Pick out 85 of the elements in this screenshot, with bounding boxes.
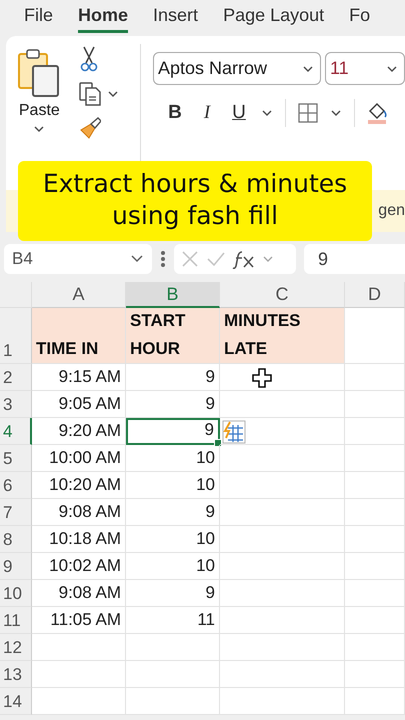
empty-cell — [345, 472, 405, 499]
row-header[interactable]: 11 — [0, 607, 32, 634]
table-cell: 10:20 AM — [32, 472, 126, 499]
empty-cell — [345, 553, 405, 580]
caption-banner: Extract hours & minutes using fash fill — [18, 161, 372, 241]
table-cell: 10 — [126, 472, 220, 499]
caret-icon[interactable] — [330, 108, 342, 118]
italic-button[interactable]: I — [196, 102, 217, 124]
menu-tab[interactable]: Home — [78, 1, 128, 33]
column-header[interactable]: A — [32, 282, 126, 308]
row-header[interactable]: 1 — [0, 308, 32, 364]
row-header[interactable]: 2 — [0, 364, 32, 391]
menu-tab[interactable]: File — [24, 1, 54, 33]
row-header[interactable]: 3 — [0, 391, 32, 418]
scissors-icon[interactable] — [78, 46, 99, 72]
table-cell: 11 — [126, 607, 220, 634]
underline-button[interactable]: U — [228, 102, 249, 124]
table-cell: 10 — [126, 445, 220, 472]
row-header[interactable]: 10 — [0, 580, 32, 607]
column-header[interactable]: D — [345, 282, 405, 308]
caret-icon[interactable] — [33, 124, 46, 134]
caret-icon — [130, 254, 144, 264]
empty-cell — [345, 499, 405, 526]
caret-icon — [302, 64, 314, 74]
table-cell: 9:08 AM — [32, 499, 126, 526]
row-header[interactable]: 5 — [0, 445, 32, 472]
row-header[interactable]: 9 — [0, 553, 32, 580]
bold-button[interactable]: B — [164, 102, 185, 124]
selected-cell: 9 — [126, 418, 220, 445]
header-cell: START HOUR — [126, 308, 220, 364]
row-header[interactable]: 12 — [0, 634, 32, 661]
empty-cell — [345, 391, 405, 418]
table-cell: 10 — [126, 553, 220, 580]
empty-cell — [345, 580, 405, 607]
menu-tab[interactable]: Page Layout — [223, 1, 324, 33]
table-cell: 11:05 AM — [32, 607, 126, 634]
copy-icon[interactable] — [78, 82, 101, 106]
row-header[interactable]: 14 — [0, 688, 32, 715]
notice-text: gen — [378, 202, 405, 220]
caret-icon — [386, 64, 398, 74]
empty-cell — [345, 445, 405, 472]
row-header[interactable]: 8 — [0, 526, 32, 553]
empty-cell — [345, 661, 405, 688]
table-cell: 9:15 AM — [32, 364, 126, 391]
empty-cell — [345, 526, 405, 553]
row-header[interactable]: 4 — [0, 418, 32, 445]
table-cell: 9:20 AM — [32, 418, 126, 445]
function-icon[interactable] — [232, 249, 256, 269]
menu-tab[interactable]: Insert — [153, 1, 198, 33]
row-header[interactable]: 6 — [0, 472, 32, 499]
borders-icon[interactable] — [298, 103, 318, 123]
paste-button[interactable]: Paste — [13, 48, 66, 148]
caret-icon[interactable] — [260, 108, 273, 118]
name-box[interactable]: B4 — [4, 244, 152, 274]
empty-cell — [345, 634, 405, 661]
caret-icon[interactable] — [106, 89, 119, 99]
formula-field[interactable]: 9 — [304, 244, 405, 274]
plus-cursor-icon — [252, 368, 272, 388]
flash-fill-icon[interactable] — [222, 420, 246, 444]
table-cell: 9:05 AM — [32, 391, 126, 418]
menu-tab[interactable]: Fo — [349, 1, 370, 33]
table-cell: 10:18 AM — [32, 526, 126, 553]
paintbrush-icon[interactable] — [78, 116, 101, 140]
table-cell: 9:08 AM — [32, 580, 126, 607]
paint-bucket-icon[interactable] — [366, 102, 387, 124]
header-cell: TIME IN — [32, 308, 126, 364]
table-cell: 9 — [126, 391, 220, 418]
more-options-icon[interactable] — [160, 250, 166, 268]
font-size-dropdown[interactable]: 11 — [324, 52, 405, 85]
column-header[interactable]: C — [220, 282, 345, 308]
table-cell: 10:02 AM — [32, 553, 126, 580]
font-name-dropdown[interactable]: Aptos Narrow — [152, 52, 321, 85]
table-cell: 9 — [126, 499, 220, 526]
row-header[interactable]: 13 — [0, 661, 32, 688]
table-cell: 10 — [126, 526, 220, 553]
empty-cell — [345, 607, 405, 634]
column-header[interactable]: B — [126, 282, 220, 308]
empty-cell — [345, 688, 405, 715]
table-cell: 10:00 AM — [32, 445, 126, 472]
table-cell: 9 — [126, 580, 220, 607]
clipboard-icon — [17, 48, 62, 98]
header-cell: MINUTES LATE — [220, 308, 345, 364]
row-header[interactable]: 7 — [0, 499, 32, 526]
table-cell: 9 — [126, 364, 220, 391]
fill-handle[interactable] — [214, 439, 222, 447]
